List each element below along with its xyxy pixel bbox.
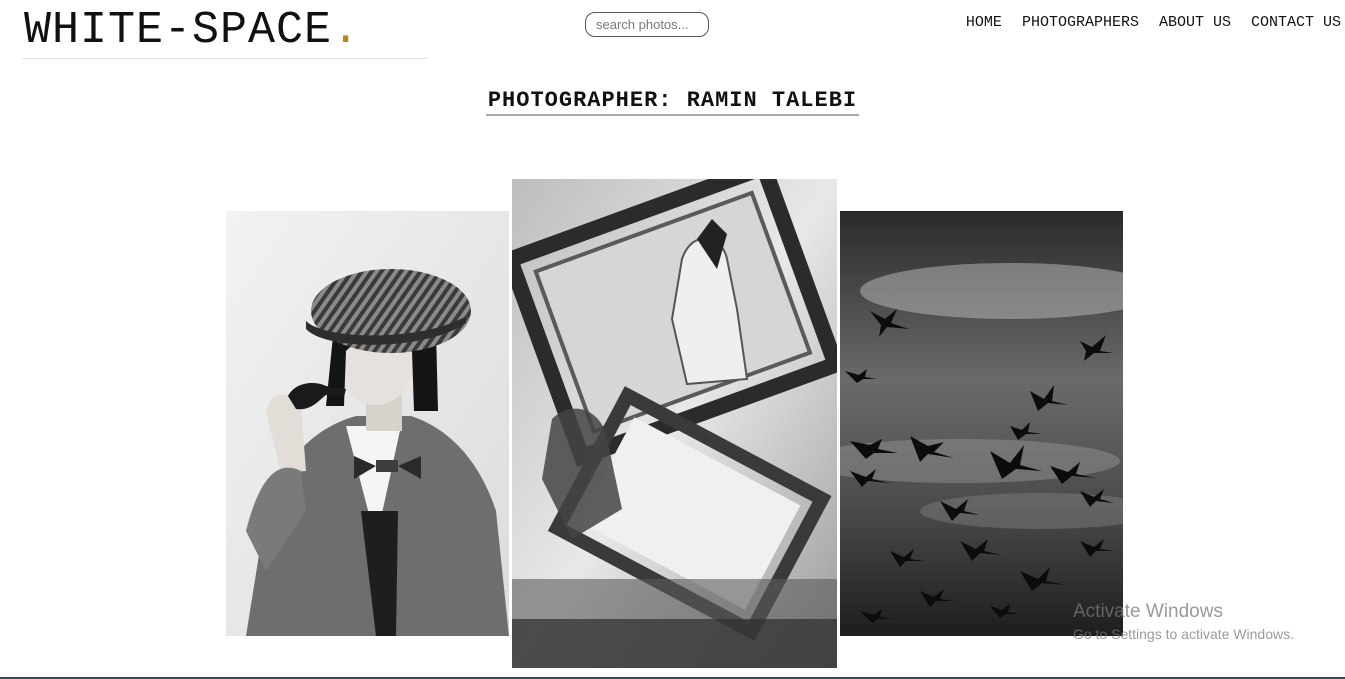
photo-portrait-image [226, 211, 509, 636]
site-logo[interactable]: WHITE-SPACE. [24, 6, 360, 56]
photo-mirror-hands[interactable] [512, 179, 837, 668]
nav-home[interactable]: HOME [966, 14, 1002, 31]
photo-birds-sky[interactable] [840, 211, 1123, 636]
main-nav: HOME PHOTOGRAPHERS ABOUT US CONTACT US [966, 14, 1341, 31]
photo-birds-image [840, 211, 1123, 636]
logo-dot: . [332, 5, 361, 56]
page-title: PHOTOGRAPHER: RAMIN TALEBI [485, 88, 860, 116]
logo-text: WHITE-SPACE [24, 5, 333, 56]
search-input[interactable] [585, 12, 709, 37]
nav-photographers[interactable]: PHOTOGRAPHERS [1022, 14, 1139, 31]
page-title-wrap: PHOTOGRAPHER: RAMIN TALEBI [0, 88, 1345, 116]
photo-portrait-pipe[interactable] [226, 211, 509, 636]
page: WHITE-SPACE. HOME PHOTOGRAPHERS ABOUT US… [0, 0, 1345, 679]
photo-mirror-image [512, 179, 837, 668]
nav-contact-us[interactable]: CONTACT US [1251, 14, 1341, 31]
nav-about-us[interactable]: ABOUT US [1159, 14, 1231, 31]
logo-divider [22, 58, 427, 59]
